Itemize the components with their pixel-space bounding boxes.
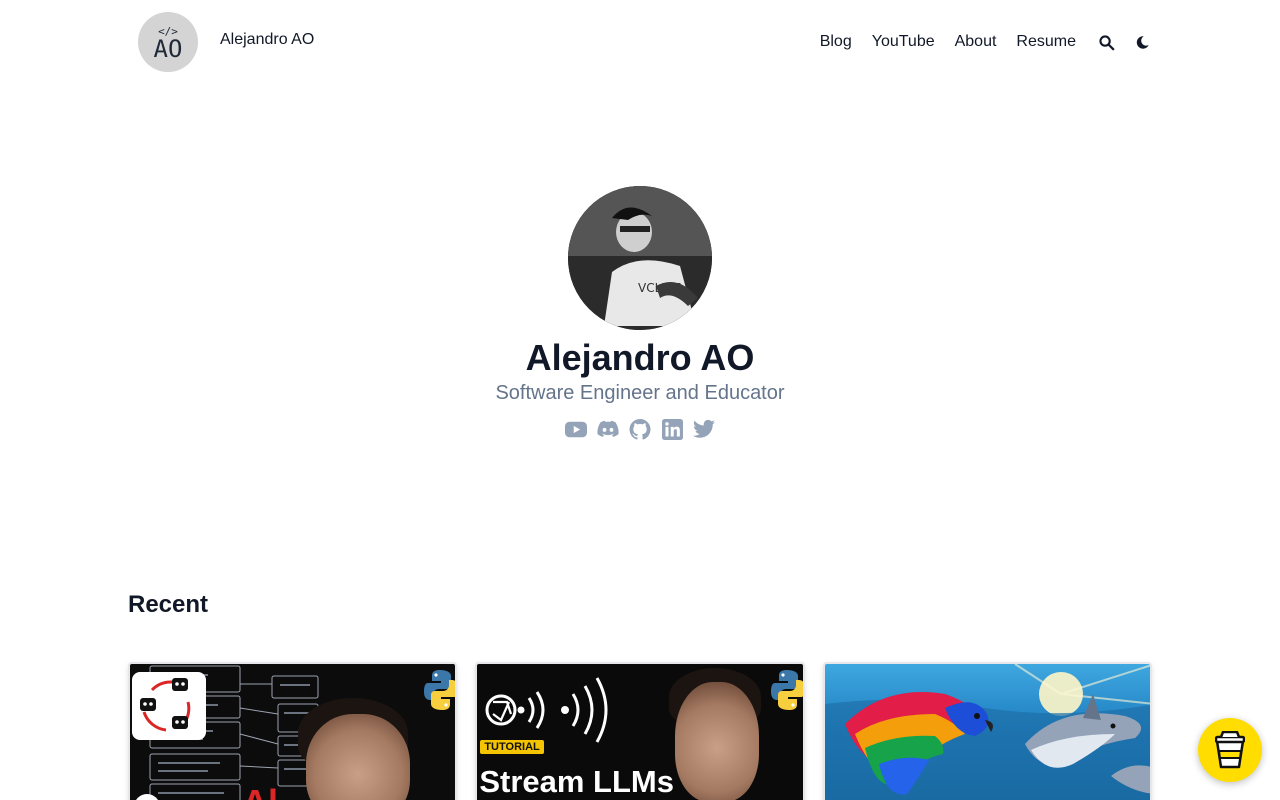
linkedin-icon[interactable] [661,418,683,440]
twitter-icon[interactable] [693,418,715,440]
person-face [306,714,410,800]
site-logo[interactable]: </> AO [138,12,198,72]
python-logo [771,670,803,710]
person-face [675,682,760,800]
profile-tagline: Software Engineer and Educator [495,382,785,404]
discord-icon[interactable] [597,418,619,440]
search-icon[interactable] [1096,32,1116,52]
post-card[interactable]: Al [128,662,458,800]
recent-posts: Al TUTORIAL Stream LLMs [128,662,1152,800]
buy-me-a-coffee-button[interactable] [1198,718,1262,782]
profile-name: Alejandro AO [525,337,755,378]
parrot-dolphin-illustration [824,664,1150,800]
card-thumbnail-text: Al [242,782,278,800]
recent-heading: Recent [128,591,209,618]
site-title[interactable]: Alejandro AO [220,31,314,49]
nav-resume[interactable]: Resume [1016,33,1076,51]
openai-stream-icon [485,677,608,743]
logo-initials: AO [153,34,183,63]
post-card[interactable]: TUTORIAL Stream LLMs [475,662,805,800]
card-thumbnail-text: Stream LLMs [479,764,674,799]
profile-avatar: VCLINE [568,186,712,330]
youtube-icon[interactable] [565,418,587,440]
nav-blog[interactable]: Blog [820,33,852,51]
nav-youtube[interactable]: YouTube [872,33,935,51]
site-header: </> AO Alejandro AO Blog YouTube About R… [0,0,1280,84]
post-card[interactable] [822,662,1152,800]
nav-about[interactable]: About [955,33,997,51]
robot-loop-graphic [132,672,206,740]
tutorial-badge: TUTORIAL [480,740,544,754]
python-logo [424,670,456,710]
dark-mode-moon-icon[interactable] [1132,32,1152,52]
profile-hero: VCLINE Alejandro AO Software Engineer an… [0,186,1280,440]
github-icon[interactable] [629,418,651,440]
main-nav: Blog YouTube About Resume [820,30,1152,54]
coffee-cup-icon [1215,731,1245,769]
social-links [0,418,1280,440]
